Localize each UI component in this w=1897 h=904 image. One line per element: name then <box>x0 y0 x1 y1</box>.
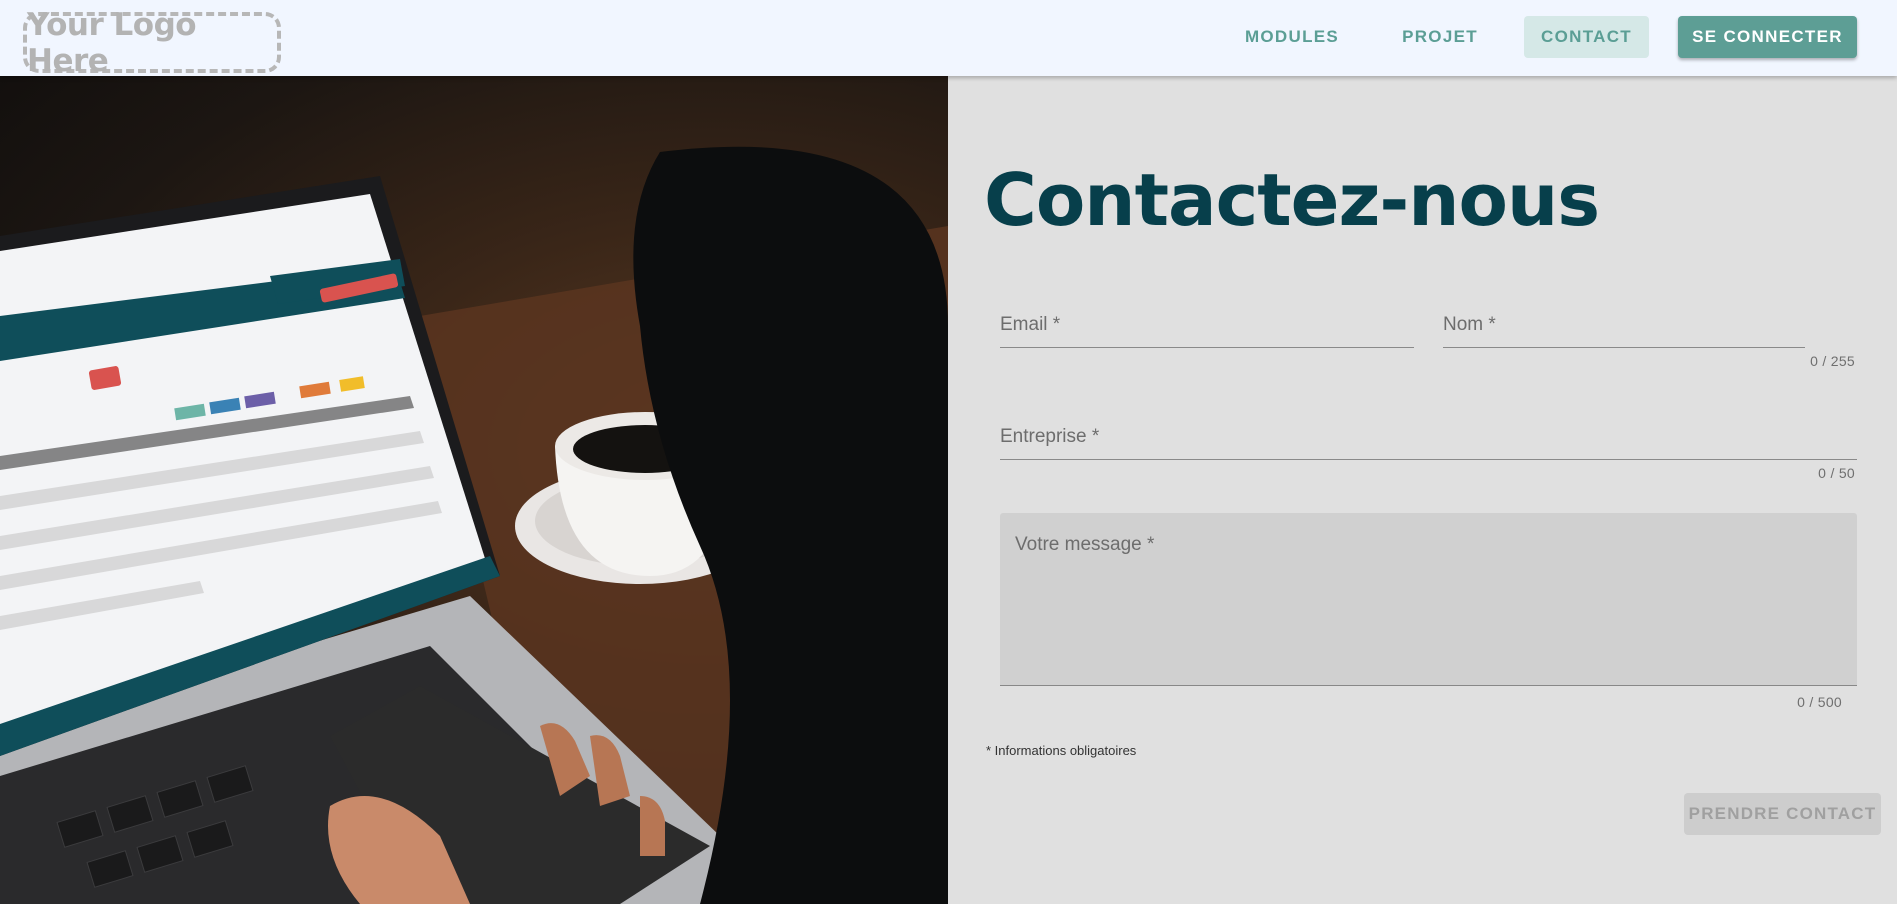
message-label: Votre message * <box>1015 534 1155 555</box>
entreprise-label: Entreprise * <box>1000 426 1100 447</box>
nav-contact[interactable]: CONTACT <box>1524 16 1649 58</box>
entreprise-field[interactable]: Entreprise * <box>1000 426 1857 460</box>
hero-photo <box>0 76 948 904</box>
logo[interactable]: Your Logo Here <box>23 7 281 79</box>
nom-underline <box>1443 347 1805 348</box>
email-label: Email * <box>1000 314 1061 335</box>
nom-counter: 0 / 255 <box>1810 353 1855 369</box>
nav-projet[interactable]: PROJET <box>1390 16 1490 58</box>
page-title: Contactez-nous <box>984 158 1600 242</box>
email-field[interactable]: Email * <box>1000 314 1414 348</box>
required-note: * Informations obligatoires <box>986 743 1137 758</box>
login-button[interactable]: SE CONNECTER <box>1678 16 1857 58</box>
entreprise-counter: 0 / 50 <box>1818 465 1855 481</box>
submit-button[interactable]: PRENDRE CONTACT <box>1684 793 1881 835</box>
message-textarea[interactable]: Votre message * <box>1000 513 1857 686</box>
top-header: Your Logo Here MODULES PROJET CONTACT SE… <box>0 0 1897 79</box>
hero-illustration <box>0 146 948 904</box>
nav-modules[interactable]: MODULES <box>1234 16 1350 58</box>
entreprise-underline <box>1000 459 1857 460</box>
contact-panel: Contactez-nous Email * Nom * 0 / 255 Ent… <box>948 76 1897 904</box>
nom-field[interactable]: Nom * <box>1443 314 1805 348</box>
email-underline <box>1000 347 1414 348</box>
message-counter: 0 / 500 <box>1797 694 1842 710</box>
nom-label: Nom * <box>1443 314 1496 335</box>
